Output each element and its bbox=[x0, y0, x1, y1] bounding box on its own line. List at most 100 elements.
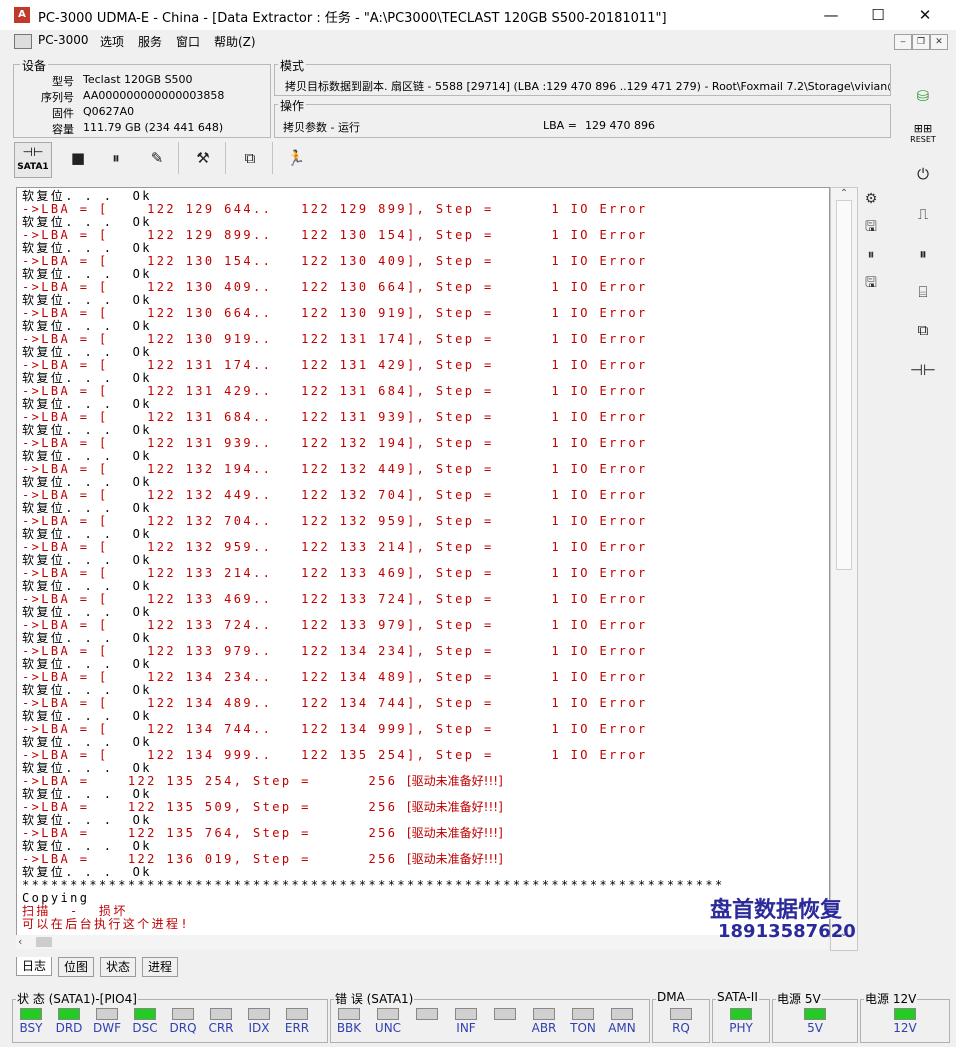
sata-connector-icon: ⊣⊢ bbox=[22, 145, 44, 159]
tab-process[interactable]: 进程 bbox=[142, 957, 178, 977]
copy-window-button[interactable]: ⧉ bbox=[236, 144, 264, 172]
signal-icon: ⎍ bbox=[917, 205, 929, 223]
log-settings-button[interactable]: ⚙ bbox=[856, 187, 886, 211]
menu-help[interactable]: 帮助(Z) bbox=[214, 33, 256, 50]
log-line-text: 软复位. . . Ok bbox=[22, 527, 152, 541]
status-led bbox=[20, 1008, 42, 1020]
log-line-text: ->LBA = [ 122 133 214.. 122 133 469], St… bbox=[22, 566, 648, 580]
status-led bbox=[804, 1008, 826, 1020]
sata-port-button[interactable]: ⊣⊢ SATA1 bbox=[14, 142, 52, 178]
lba-label: LBA = bbox=[543, 119, 577, 132]
status-led bbox=[172, 1008, 194, 1020]
close-window-button[interactable]: ⧉ bbox=[906, 314, 940, 346]
log-line-text: 扫描 - 损坏 bbox=[22, 904, 128, 918]
log-save-button[interactable]: 🖫 bbox=[856, 215, 886, 239]
menu-service[interactable]: 服务 bbox=[138, 33, 162, 50]
status-group-title: DMA bbox=[656, 990, 686, 1004]
mdi-restore-button[interactable]: ❐ bbox=[912, 34, 930, 50]
log-line-text: 软复位. . . Ok bbox=[22, 579, 152, 593]
mode-group: 拷贝目标数据到副本. 扇区链 - 5588 [29714] (LBA :129 … bbox=[274, 64, 891, 96]
stop-button[interactable]: ■ bbox=[64, 144, 92, 172]
sata-connect-button[interactable]: ⊣⊢ bbox=[906, 354, 940, 386]
log-line-text: 软复位. . . Ok bbox=[22, 787, 152, 801]
minimize-button[interactable]: — bbox=[808, 0, 854, 30]
log-line-text: 软复位. . . Ok bbox=[22, 865, 152, 879]
log-vertical-scrollbar[interactable]: ⌃ ⌄ bbox=[830, 187, 858, 951]
tools-button[interactable]: ⚒ bbox=[189, 144, 217, 172]
pause-drive-button[interactable]: ⏸ bbox=[906, 238, 940, 270]
status-led-label: AMN bbox=[608, 1021, 636, 1035]
mdi-close-button[interactable]: ✕ bbox=[930, 34, 948, 50]
log-line-text: 软复位. . . Ok bbox=[22, 657, 152, 671]
log-line-text: 软复位. . . Ok bbox=[22, 371, 152, 385]
port-config-button[interactable]: ⌸ bbox=[906, 276, 940, 308]
log-line-text: ->LBA = [ 122 131 684.. 122 131 939], St… bbox=[22, 410, 648, 424]
status-led bbox=[248, 1008, 270, 1020]
reset-button[interactable]: ⊞⊞ RESET bbox=[906, 122, 940, 152]
log-export-button[interactable]: 🖫 bbox=[856, 271, 886, 295]
lba-value: 129 470 896 bbox=[585, 119, 655, 132]
menu-window[interactable]: 窗口 bbox=[176, 33, 200, 50]
maximize-button[interactable]: ☐ bbox=[855, 0, 901, 30]
tab-log[interactable]: 日志 bbox=[16, 957, 52, 976]
log-line-note: [驱动未准备好!!!] bbox=[406, 852, 503, 866]
log-line-text: 软复位. . . Ok bbox=[22, 293, 152, 307]
menu-pc3000[interactable]: PC-3000 bbox=[38, 33, 88, 47]
capacity-value: 111.79 GB (234 441 648) bbox=[83, 121, 224, 134]
pc3000-menu-icon[interactable] bbox=[14, 34, 32, 49]
close-windows-icon: ⧉ bbox=[917, 321, 929, 339]
status-led bbox=[894, 1008, 916, 1020]
log-line-text: 软复位. . . Ok bbox=[22, 267, 152, 281]
log-line-text: ->LBA = [ 122 134 744.. 122 134 999], St… bbox=[22, 722, 648, 736]
tab-bitmap[interactable]: 位图 bbox=[58, 957, 94, 977]
log-line-text: ->LBA = 122 135 764, Step = 256 bbox=[22, 826, 407, 840]
edit-params-button[interactable]: ✎ bbox=[143, 144, 171, 172]
pause-button[interactable]: ⏸ bbox=[102, 144, 130, 172]
log-line-text: 软复位. . . Ok bbox=[22, 189, 152, 203]
horizontal-scrollbar[interactable]: ‹ bbox=[16, 935, 828, 949]
status-group-title: 电源 12V bbox=[864, 990, 918, 1007]
log-line-text: 软复位. . . Ok bbox=[22, 553, 152, 567]
mdi-minimize-button[interactable]: ‒ bbox=[894, 34, 912, 50]
operation-text: 拷贝参数 - 运行 bbox=[283, 121, 360, 134]
menu-options[interactable]: 选项 bbox=[100, 33, 124, 50]
device-group-title: 设备 bbox=[20, 57, 49, 74]
log-line-text: ->LBA = [ 122 132 959.. 122 133 214], St… bbox=[22, 540, 648, 554]
horizontal-scroll-thumb[interactable] bbox=[36, 937, 52, 947]
log-line-text: ->LBA = [ 122 131 429.. 122 131 684], St… bbox=[22, 384, 648, 398]
window-title: PC-3000 UDMA-E - China - [Data Extractor… bbox=[38, 11, 667, 26]
tab-status[interactable]: 状态 bbox=[100, 957, 136, 977]
drive-power-icon: ⛁ bbox=[916, 87, 930, 105]
log-line-text: ->LBA = [ 122 129 644.. 122 129 899], St… bbox=[22, 202, 648, 216]
status-led-label: RQ bbox=[672, 1021, 690, 1035]
log-line-text: ->LBA = [ 122 130 664.. 122 130 919], St… bbox=[22, 306, 648, 320]
power-cycle-button[interactable]: ⏻ bbox=[906, 158, 940, 190]
status-led-label: DRQ bbox=[169, 1021, 197, 1035]
log-pause-button[interactable]: ⏸ bbox=[856, 243, 886, 267]
log-line-text: ->LBA = [ 122 130 154.. 122 130 409], St… bbox=[22, 254, 648, 268]
status-led bbox=[533, 1008, 555, 1020]
status-led bbox=[572, 1008, 594, 1020]
close-button[interactable]: ✕ bbox=[902, 0, 948, 30]
log-line-text: ****************************************… bbox=[22, 878, 725, 892]
sata-port-label: SATA1 bbox=[17, 162, 49, 172]
drive-power-button[interactable]: ⛁ bbox=[906, 80, 940, 112]
title-bar: A PC-3000 UDMA-E - China - [Data Extract… bbox=[0, 0, 956, 30]
status-led-label: DSC bbox=[132, 1021, 158, 1035]
log-line-text: ->LBA = [ 122 134 234.. 122 134 489], St… bbox=[22, 670, 648, 684]
operation-group-title: 操作 bbox=[278, 97, 307, 114]
scroll-left-icon[interactable]: ‹ bbox=[18, 935, 22, 948]
save-export-icon: 🖫 bbox=[865, 275, 877, 291]
status-led-label: BBK bbox=[336, 1021, 362, 1035]
scroll-up-icon[interactable]: ⌃ bbox=[831, 188, 857, 199]
pause-icon: ⏸ bbox=[867, 247, 875, 263]
vertical-scroll-thumb[interactable] bbox=[836, 200, 852, 570]
log-line-text: 软复位. . . Ok bbox=[22, 345, 152, 359]
status-led-label: 5V bbox=[807, 1021, 823, 1035]
log-line-text: ->LBA = [ 122 133 979.. 122 134 234], St… bbox=[22, 644, 648, 658]
log-line-text: 软复位. . . Ok bbox=[22, 397, 152, 411]
run-background-button[interactable]: 🏃 bbox=[282, 144, 310, 172]
log-line-text: 软复位. . . Ok bbox=[22, 475, 152, 489]
log-line-text: 可以在后台执行这个进程! bbox=[22, 917, 191, 931]
bus-signal-button[interactable]: ⎍ bbox=[906, 198, 940, 230]
